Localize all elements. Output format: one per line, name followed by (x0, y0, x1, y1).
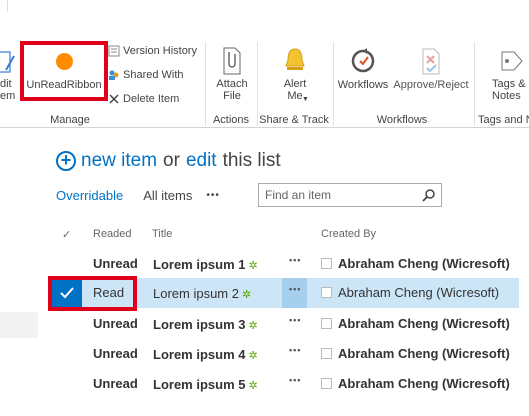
tags-icon (501, 51, 523, 71)
alert-me-label: Alert Me (283, 78, 307, 102)
approve-reject-icon (422, 48, 440, 75)
new-badge-icon: ✲ (248, 320, 258, 332)
created-by-cell[interactable]: Abraham Cheng (Wicresoft) (338, 286, 499, 300)
created-by-cell[interactable]: Abraham Cheng (Wicresoft) (338, 257, 510, 271)
search-input[interactable]: Find an item (258, 183, 442, 207)
workflows-button[interactable]: Workflows (336, 46, 390, 91)
workflows-icon (351, 48, 375, 73)
left-nav-stub (0, 312, 38, 338)
new-item-bar: + new item or edit this list (56, 150, 281, 172)
select-all-check[interactable]: ✓ (62, 228, 71, 241)
shared-with-button[interactable]: Shared With (108, 68, 184, 82)
delete-icon (109, 94, 119, 104)
title-cell[interactable]: Lorem ipsum 5 ✲ (153, 378, 258, 393)
created-by-presence-box (321, 318, 332, 329)
column-header-created-by[interactable]: Created By (321, 228, 376, 240)
group-label-manage: Manage (50, 114, 90, 126)
ribbon-separator (474, 42, 475, 126)
title-cell[interactable]: Lorem ipsum 2 ✲ (153, 287, 251, 302)
group-label-workflows: Workflows (376, 114, 428, 126)
delete-item-label: Delete Item (123, 93, 180, 105)
highlight-box-ribbon (20, 41, 108, 101)
or-text: or (163, 150, 180, 171)
tags-notes-label: Tags & Notes (492, 78, 526, 102)
ribbon-separator (205, 42, 206, 126)
title-text: Lorem ipsum 4 (153, 347, 246, 362)
attach-file-button[interactable]: Attach File (210, 46, 254, 102)
table-row[interactable]: Unread Lorem ipsum 5 ✲ ••• Abraham Cheng … (48, 369, 519, 399)
column-header-readed[interactable]: Readed (93, 228, 132, 240)
approve-reject-label: Approve/Reject (393, 79, 469, 91)
item-menu-ellipsis[interactable]: ••• (289, 375, 301, 385)
bell-icon (285, 48, 305, 70)
group-label-share-track: Share & Track (259, 114, 329, 126)
created-by-presence-box (321, 348, 332, 359)
new-item-link[interactable]: new item (81, 150, 157, 172)
edit-link[interactable]: edit (186, 150, 217, 172)
search-placeholder: Find an item (265, 188, 332, 202)
readed-cell[interactable]: Unread (93, 347, 138, 361)
attach-file-icon (223, 47, 241, 75)
table-row[interactable]: Unread Lorem ipsum 4 ✲ ••• Abraham Cheng … (48, 339, 519, 369)
new-badge-icon: ✲ (248, 350, 258, 362)
tags-notes-button[interactable]: Tags & Notes (492, 46, 529, 102)
approve-reject-button[interactable]: Approve/Reject (392, 46, 470, 91)
item-menu-ellipsis[interactable]: ••• (289, 315, 301, 325)
new-badge-icon: ✲ (241, 289, 252, 301)
version-history-button[interactable]: Version History (108, 44, 197, 58)
title-cell[interactable]: Lorem ipsum 4 ✲ (153, 348, 258, 363)
title-cell[interactable]: Lorem ipsum 1 ✲ (153, 258, 258, 273)
highlight-box-row (48, 276, 137, 311)
attach-file-label: Attach File (216, 78, 248, 102)
created-by-presence-box (321, 378, 332, 389)
group-label-actions: Actions (212, 114, 250, 126)
created-by-cell[interactable]: Abraham Cheng (Wicresoft) (338, 347, 510, 361)
plus-circle-icon[interactable]: + (56, 151, 76, 171)
new-badge-icon: ✲ (248, 380, 258, 392)
this-list-text: this list (222, 150, 281, 171)
readed-cell[interactable]: Unread (93, 377, 138, 391)
search-icon[interactable] (422, 188, 436, 202)
edit-item-button[interactable]: dit em (0, 48, 16, 102)
group-label-tags-notes: Tags and N (478, 114, 529, 126)
table-row[interactable]: Unread Lorem ipsum 3 ✲ ••• Abraham Cheng … (48, 309, 519, 339)
title-text: Lorem ipsum 3 (153, 317, 246, 332)
readed-cell[interactable]: Unread (93, 317, 138, 331)
readed-cell[interactable]: Unread (93, 257, 138, 271)
alert-me-button[interactable]: Alert Me ▼ (272, 46, 318, 103)
title-text: Lorem ipsum 2 (153, 286, 239, 301)
item-menu-ellipsis[interactable]: ••• (289, 255, 301, 265)
view-overridable[interactable]: Overridable (56, 188, 123, 203)
column-header-title[interactable]: Title (152, 228, 172, 240)
edit-item-label: dit em (0, 78, 16, 102)
created-by-presence-box (321, 258, 332, 269)
created-by-cell[interactable]: Abraham Cheng (Wicresoft) (338, 377, 510, 391)
view-selector: Overridable All items ••• (56, 188, 220, 203)
table-row[interactable]: Unread Lorem ipsum 1 ✲ ••• Abraham Cheng … (48, 249, 519, 279)
created-by-presence-box (321, 287, 332, 298)
version-history-label: Version History (123, 45, 197, 57)
title-text: Lorem ipsum 1 (153, 257, 246, 272)
item-menu-ellipsis[interactable]: ••• (289, 345, 301, 355)
new-badge-icon: ✲ (248, 260, 258, 272)
edit-icon (0, 51, 15, 73)
view-more-ellipsis[interactable]: ••• (206, 190, 220, 201)
title-text: Lorem ipsum 5 (153, 377, 246, 392)
chevron-down-icon: ▼ (302, 96, 309, 103)
ribbon: dit em UnReadRibbon Version History Shar… (0, 0, 529, 128)
delete-item-button[interactable]: Delete Item (108, 92, 179, 106)
shared-with-label: Shared With (123, 69, 184, 81)
title-cell[interactable]: Lorem ipsum 3 ✲ (153, 318, 258, 333)
ribbon-tab-edge (0, 0, 8, 12)
view-all-items[interactable]: All items (143, 188, 192, 203)
shared-with-icon (109, 70, 119, 80)
item-menu-ellipsis[interactable]: ••• (289, 284, 301, 294)
ribbon-separator (333, 42, 334, 126)
version-history-icon (108, 45, 120, 57)
created-by-cell[interactable]: Abraham Cheng (Wicresoft) (338, 317, 510, 331)
workflows-label: Workflows (337, 79, 389, 91)
